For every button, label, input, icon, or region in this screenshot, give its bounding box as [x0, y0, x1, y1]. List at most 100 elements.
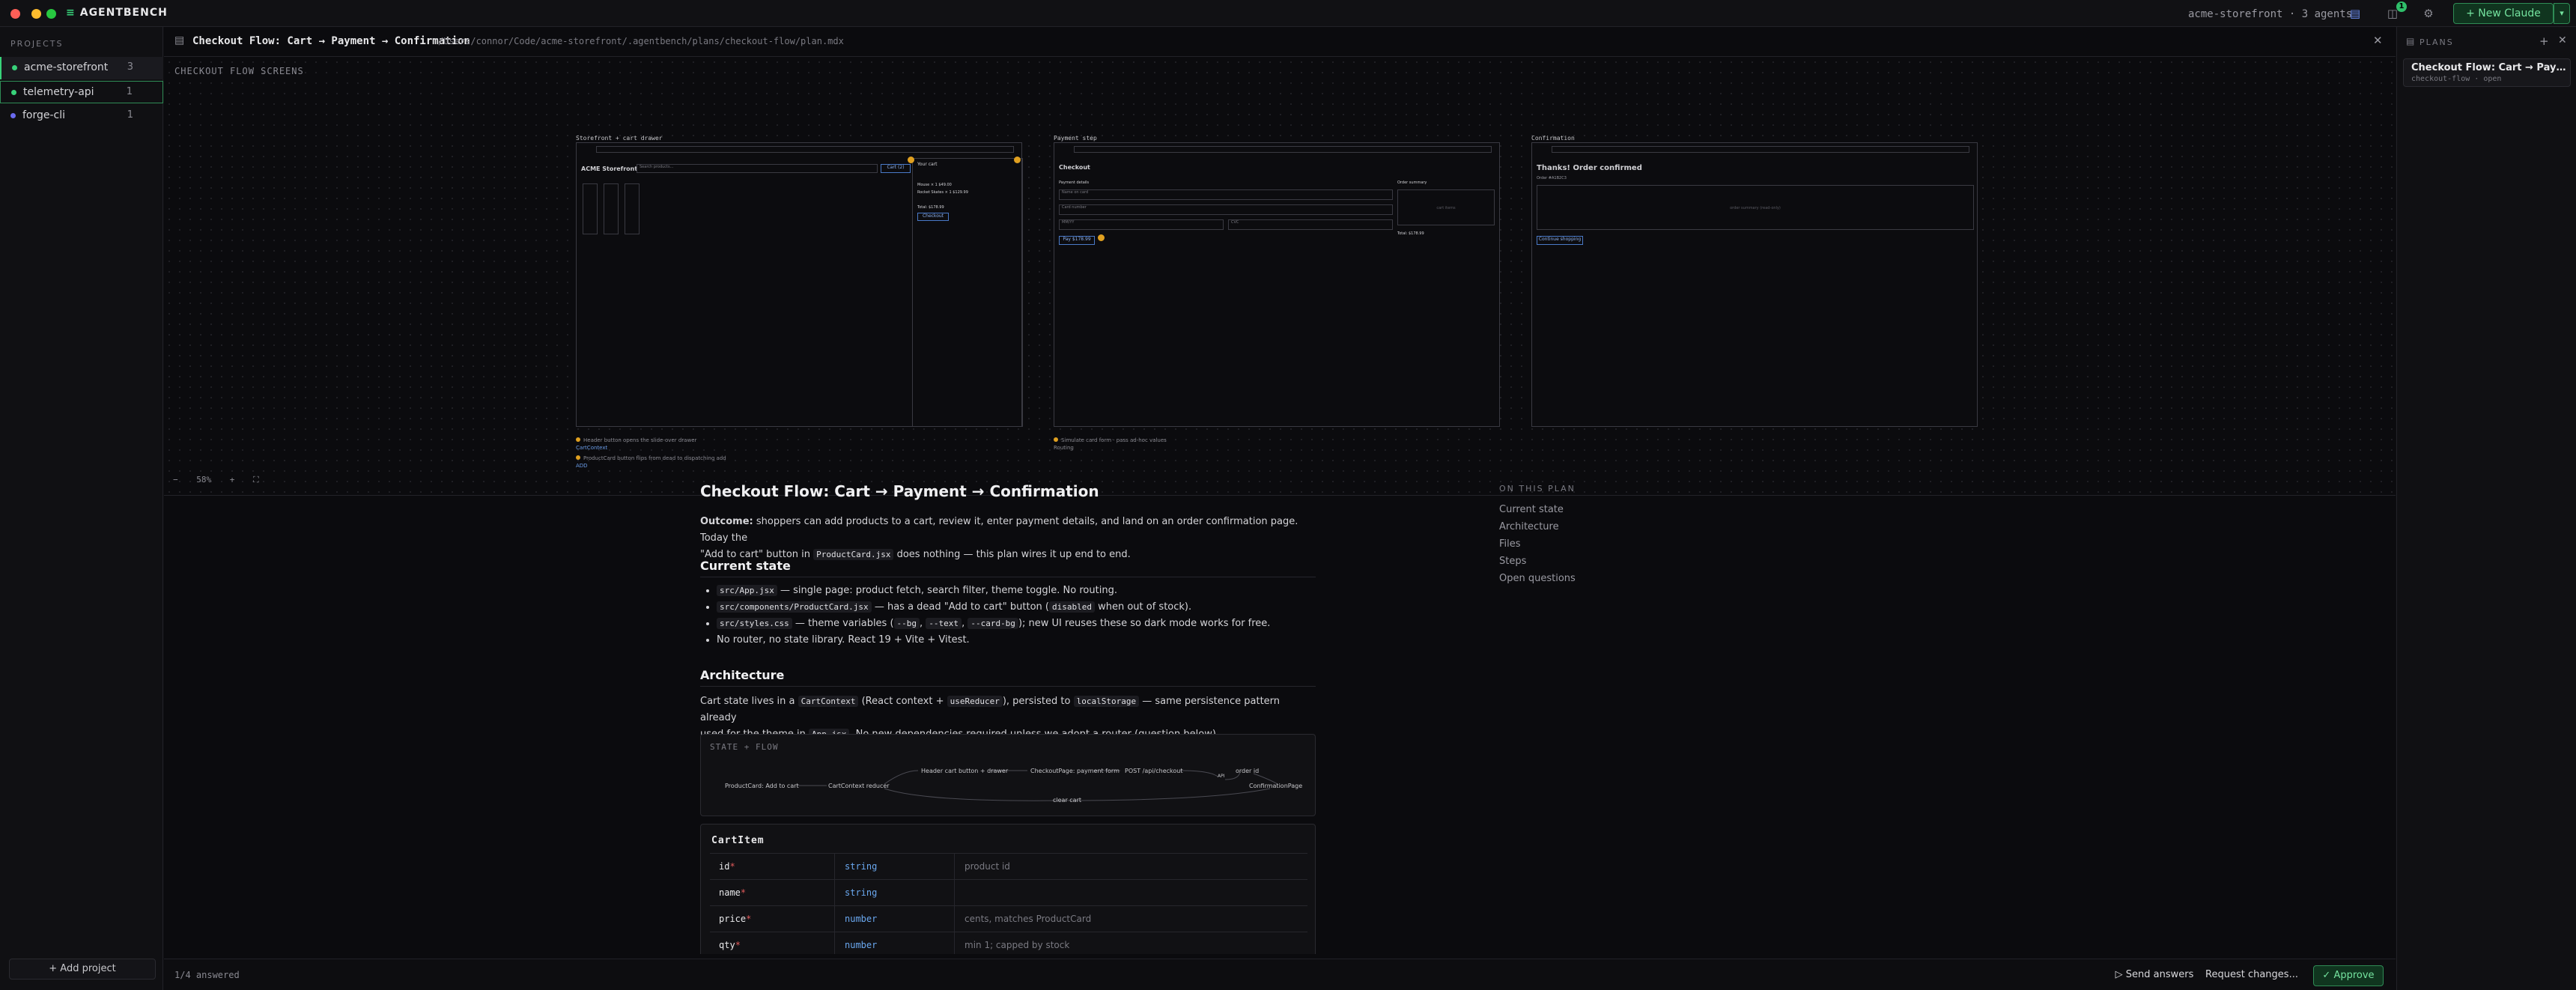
on-this-plan-nav: ON THIS PLAN Current state Architecture …: [1499, 484, 1649, 587]
project-name: acme-storefront: [24, 61, 109, 73]
close-icon[interactable]: ✕: [2373, 34, 2383, 47]
order-summary-heading: Order summary: [1397, 180, 1427, 185]
order-summary-box: cart items: [1397, 189, 1495, 225]
flow-node-confirmationpage: ConfirmationPage: [1249, 783, 1303, 789]
zoom-controls: − 58% + ⛶: [173, 475, 273, 490]
screens-canvas[interactable]: CHECKOUT FLOW SCREENS Storefront + cart …: [164, 57, 2396, 496]
send-answers-button[interactable]: ▷ Send answers: [2114, 965, 2195, 986]
current-state-list: src/App.jsx — single page: product fetch…: [717, 583, 1270, 649]
flow-node-checkoutpage: CheckoutPage: payment form: [1030, 768, 1120, 774]
toc-item-current-state[interactable]: Current state: [1499, 501, 1649, 518]
zoom-in-button[interactable]: +: [230, 475, 235, 485]
agentbench-logo-icon: ≡: [66, 7, 76, 19]
field-name: id*: [719, 861, 735, 872]
zoom-out-button[interactable]: −: [173, 475, 178, 485]
title-bar: ≡ AGENTBENCH acme-storefront · 3 agents ▤…: [0, 0, 2576, 27]
storefront-annotation-1: Header button opens the slide-over drawe…: [576, 437, 696, 443]
plan-document: Checkout Flow: Cart → Payment → Confirma…: [700, 482, 1329, 954]
divider: [700, 686, 1316, 687]
payment-annotation-1-link[interactable]: Routing: [1054, 445, 1074, 451]
pay-button[interactable]: Pay $178.99: [1059, 236, 1095, 245]
storefront-search-input[interactable]: Search products...: [637, 164, 878, 173]
minimize-window-button[interactable]: [31, 9, 41, 19]
screens-label: CHECKOUT FLOW SCREENS: [174, 66, 304, 76]
toc-item-steps[interactable]: Steps: [1499, 553, 1649, 570]
project-summary: acme-storefront · 3 agents: [2188, 8, 2353, 20]
flow-node-header-drawer: Header cart button + drawer: [921, 768, 1009, 774]
projects-sidebar: PROJECTS acme-storefront 3 telemetry-api…: [0, 27, 163, 990]
toc-item-architecture[interactable]: Architecture: [1499, 518, 1649, 535]
frame-label-storefront: Storefront + cart drawer: [576, 135, 663, 142]
field-name: name*: [719, 887, 747, 898]
flow-node-productcard: ProductCard: Add to cart: [725, 783, 799, 789]
card-number-input[interactable]: Card number: [1059, 204, 1393, 215]
drawer-title: Your cart: [917, 162, 938, 167]
table-row: id* string product id: [710, 853, 1307, 880]
plan-title: Checkout Flow: Cart → Payment → Confirma…: [700, 482, 1099, 500]
payment-details-heading: Payment details: [1059, 180, 1090, 185]
storefront-heading: ACME Storefront: [581, 165, 638, 172]
name-on-card-input[interactable]: Name on card: [1059, 189, 1393, 200]
product-card: [583, 183, 598, 234]
divider: [834, 854, 835, 880]
project-item-telemetry-api[interactable]: telemetry-api 1: [0, 81, 163, 103]
storefront-cart-button[interactable]: Cart (2): [881, 164, 911, 173]
status-dot-icon: [12, 65, 17, 70]
add-plan-icon[interactable]: +: [2539, 34, 2549, 48]
confirmation-frame[interactable]: Thanks! Order confirmed Order #A1B2C3 or…: [1531, 142, 1978, 427]
project-item-forge-cli[interactable]: forge-cli 1: [0, 105, 163, 127]
table-row: qty* number min 1; capped by stock: [710, 932, 1307, 954]
browser-bar: [1074, 146, 1492, 153]
document-icon[interactable]: ▤: [2347, 5, 2363, 22]
field-type: string: [845, 887, 878, 898]
toc-item-files[interactable]: Files: [1499, 535, 1649, 553]
new-claude-button[interactable]: + New Claude: [2453, 3, 2554, 24]
annotation-pin[interactable]: [1098, 234, 1105, 241]
close-window-button[interactable]: [10, 9, 20, 19]
zoom-level: 58%: [196, 475, 212, 485]
payment-heading: Checkout: [1059, 164, 1090, 171]
plans-heading: PLANS: [2419, 37, 2454, 47]
maximize-window-button[interactable]: [46, 9, 56, 19]
project-name: telemetry-api: [23, 86, 94, 98]
annotation-pin[interactable]: [908, 157, 914, 163]
cartitem-schema: CartItem id* string product id name* str…: [700, 824, 1316, 954]
field-name: qty*: [719, 940, 741, 950]
plan-card-checkout-flow[interactable]: Checkout Flow: Cart → Payment... checkou…: [2403, 58, 2571, 87]
request-changes-button[interactable]: Request changes...: [2204, 965, 2300, 986]
list-item: No router, no state library. React 19 + …: [717, 632, 1270, 649]
storefront-annotation-2-link[interactable]: ADD: [576, 463, 588, 469]
order-summary-readonly: order summary (read-only): [1537, 185, 1974, 230]
divider: [834, 880, 835, 906]
payment-annotation-1: Simulate card form · pass ad-hoc values: [1054, 437, 1167, 443]
list-item: src/styles.css — theme variables (--bg, …: [717, 616, 1270, 632]
payment-frame[interactable]: Checkout Payment details Order summary N…: [1054, 142, 1500, 427]
review-bar: 1/4 answered ▷ Send answers Request chan…: [164, 959, 2396, 990]
table-row: price* number cents, matches ProductCard: [710, 905, 1307, 932]
send-icon: ▷: [2115, 969, 2126, 980]
expiry-input[interactable]: MM/YY: [1059, 219, 1224, 230]
continue-shopping-button[interactable]: Continue shopping: [1537, 236, 1583, 245]
storefront-annotation-1-link[interactable]: CartContext: [576, 445, 607, 451]
toc-item-open-questions[interactable]: Open questions: [1499, 570, 1649, 587]
storefront-frame[interactable]: ACME Storefront Search products... Cart …: [576, 142, 1023, 427]
approve-button[interactable]: ✓ Approve: [2313, 965, 2384, 986]
settings-gear-icon[interactable]: ⚙: [2420, 5, 2437, 22]
fit-screen-icon[interactable]: ⛶: [253, 475, 259, 485]
flow-node-api: API: [1218, 774, 1225, 779]
annotation-pin[interactable]: [1014, 157, 1021, 163]
checkout-button[interactable]: Checkout: [917, 213, 949, 221]
project-count: 1: [126, 86, 133, 97]
cart-total: Total: $178.99: [917, 205, 944, 210]
chevron-down-icon[interactable]: ▾: [2554, 3, 2570, 24]
project-item-acme-storefront[interactable]: acme-storefront 3: [0, 57, 163, 79]
project-count: 3: [127, 61, 133, 73]
cart-item-2: Rocket Skates × 1 $129.99: [917, 190, 968, 195]
close-icon[interactable]: ✕: [2558, 34, 2567, 46]
architecture-heading: Architecture: [700, 668, 785, 682]
cvc-input[interactable]: CVC: [1228, 219, 1393, 230]
order-number: Order #A1B2C3: [1537, 176, 1567, 180]
annotation-dot-icon: [576, 455, 580, 460]
cart-item-1: Mouse × 1 $49.00: [917, 183, 952, 187]
add-project-button[interactable]: + Add project: [9, 959, 156, 980]
